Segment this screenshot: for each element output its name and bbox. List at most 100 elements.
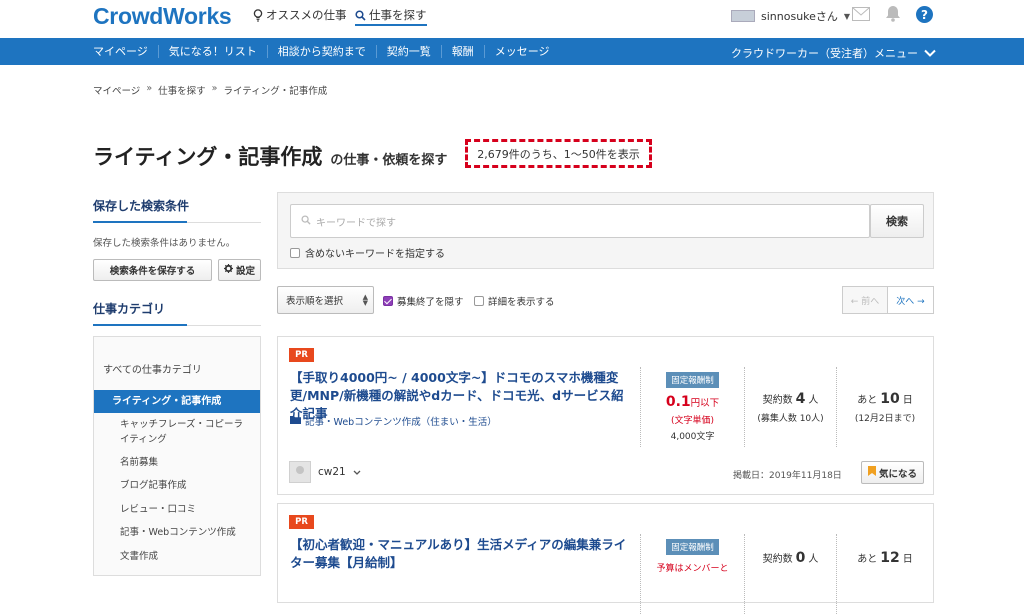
nav-consultation[interactable]: 相談から契約まで: [266, 45, 376, 58]
show-details-checkbox[interactable]: [474, 296, 484, 306]
subcategory-documents[interactable]: 文書作成: [120, 549, 250, 564]
breadcrumb-mypage[interactable]: マイページ: [93, 83, 140, 97]
lightbulb-icon: [253, 8, 263, 22]
char-count: 4,000文字: [670, 432, 715, 442]
remaining-unit: 日: [902, 554, 913, 565]
search-panel: キーワードで探す 検索 含めないキーワードを指定する: [277, 192, 934, 269]
next-page-button[interactable]: 次へ →: [888, 286, 934, 314]
recruit-count: (募集人数 10人): [757, 414, 824, 424]
recommended-jobs-label: オススメの仕事: [266, 8, 347, 22]
show-details-option[interactable]: 詳細を表示する: [474, 294, 555, 308]
recommended-jobs-link[interactable]: オススメの仕事: [253, 7, 347, 23]
saved-search-empty: 保存した検索条件はありません。: [93, 238, 236, 249]
folder-icon: [290, 415, 301, 427]
breadcrumb-current: ライティング・記事作成: [223, 86, 328, 97]
contracts-count: 契約数 0 人: [745, 550, 836, 566]
nav-messages[interactable]: メッセージ: [483, 45, 560, 58]
avatar: [731, 10, 755, 22]
remaining-days: あと 10 日: [837, 391, 933, 407]
job-card: PR 【手取り4000円~ / 4000文字~】ドコモのスマホ機種変更/MNP/…: [277, 336, 934, 495]
find-jobs-label: 仕事を探す: [369, 8, 427, 22]
job-deadline-column: あと 12 日: [836, 534, 933, 614]
help-icon[interactable]: ?: [916, 6, 933, 27]
subcategory-naming[interactable]: 名前募集: [120, 455, 250, 470]
show-details-label: 詳細を表示する: [488, 297, 555, 308]
sort-select[interactable]: 表示順を選択 ▲ ▼: [277, 286, 374, 314]
saved-search-title: 保存した検索条件: [93, 197, 261, 223]
select-arrows-icon: ▲ ▼: [362, 293, 368, 307]
keyword-search-input[interactable]: キーワードで探す: [290, 204, 870, 238]
find-jobs-link[interactable]: 仕事を探す: [355, 7, 427, 26]
mail-icon[interactable]: [852, 6, 870, 25]
contracts-label: 契約数: [762, 554, 793, 565]
saved-search-panel: 保存した検索条件 保存した検索条件はありません。 検索条件を保存する 設定: [93, 197, 261, 281]
subcategory-blog[interactable]: ブログ記事作成: [120, 478, 250, 493]
price-note: (文字単価): [670, 416, 715, 426]
nav-payment[interactable]: 報酬: [440, 45, 484, 58]
category-panel: 仕事カテゴリ: [93, 300, 261, 326]
nav-mypage[interactable]: マイページ: [83, 45, 158, 58]
category-title: 仕事カテゴリ: [93, 300, 261, 326]
nav-favorites[interactable]: 気になる！リスト: [157, 45, 267, 58]
prev-page-button[interactable]: ← 前へ: [842, 286, 888, 314]
job-title[interactable]: 【初心者歓迎・マニュアルあり】生活メディアの編集兼ライター募集【月給制】: [290, 536, 635, 572]
breadcrumb-find-jobs[interactable]: 仕事を探す: [158, 83, 206, 97]
top-header: CrowdWorks オススメの仕事 仕事を探す sinnosukeさん ▼ ?: [0, 0, 1024, 38]
page-title: ライティング・記事作成: [93, 145, 323, 169]
bookmark-icon: [867, 466, 876, 479]
pagination: ← 前へ 次へ →: [842, 286, 934, 314]
search-placeholder: キーワードで探す: [316, 217, 396, 229]
worker-menu[interactable]: クラウドワーカー（受注者）メニュー: [731, 45, 936, 61]
search-icon: [355, 9, 366, 21]
client-info[interactable]: cw21: [289, 461, 361, 483]
job-price: 0.1円以下: [641, 394, 744, 410]
page-subtitle: の仕事・依頼を探す: [330, 153, 448, 168]
exclude-keyword-checkbox[interactable]: [290, 247, 300, 258]
page-heading: ライティング・記事作成 の仕事・依頼を探す: [93, 141, 447, 171]
remaining-label: あと: [857, 554, 878, 565]
save-search-button[interactable]: 検索条件を保存する: [93, 259, 212, 281]
client-avatar: [289, 461, 311, 483]
subcategory-web-content[interactable]: 記事・Webコンテンツ作成: [120, 525, 250, 540]
pay-type-badge: 固定報酬制: [666, 539, 719, 555]
deadline-date: (12月2日まで): [854, 414, 916, 424]
hide-closed-option[interactable]: 募集終了を隠す: [383, 294, 464, 308]
breadcrumb-separator: »: [211, 83, 218, 94]
hide-closed-checkbox[interactable]: [383, 296, 393, 306]
subcategory-copywriting[interactable]: キャッチフレーズ・コピーライティング: [120, 417, 250, 447]
pay-type-badge: 固定報酬制: [666, 372, 719, 388]
search-button[interactable]: 検索: [870, 204, 924, 238]
main-nav: マイページ 気になる！リスト 相談から契約まで 契約一覧 報酬 メッセージ クラ…: [0, 38, 1024, 65]
remaining-days: あと 12 日: [837, 550, 933, 566]
contracts-value: 4: [795, 391, 806, 407]
gear-icon: [223, 264, 233, 276]
category-all[interactable]: すべての仕事カテゴリ: [103, 361, 202, 376]
exclude-keyword-toggle[interactable]: 含めないキーワードを指定する: [290, 245, 445, 260]
favorite-button[interactable]: 気になる: [861, 461, 924, 484]
crowdworks-logo[interactable]: CrowdWorks: [93, 3, 232, 30]
sort-select-label: 表示順を選択: [286, 296, 344, 307]
job-contracts-column: 契約数 0 人: [744, 534, 836, 614]
contracts-count: 契約数 4 人: [745, 391, 836, 407]
user-menu[interactable]: sinnosukeさん ▼: [731, 8, 850, 24]
settings-label: 設定: [235, 266, 255, 277]
job-category[interactable]: 記事・Webコンテンツ作成（住まい・生活）: [290, 414, 497, 428]
bell-icon[interactable]: [885, 5, 901, 26]
search-icon: [301, 214, 311, 228]
breadcrumb-separator: »: [146, 83, 153, 94]
remaining-value: 10: [880, 391, 900, 407]
job-category-label: 記事・Webコンテンツ作成（住まい・生活）: [305, 417, 497, 428]
contracts-label: 契約数: [762, 395, 793, 406]
price-note: 予算はメンバーと: [656, 564, 729, 574]
client-name: cw21: [318, 466, 346, 478]
contracts-unit: 人: [808, 395, 819, 406]
remaining-value: 12: [880, 550, 900, 566]
contracts-value: 0: [795, 550, 806, 566]
category-writing[interactable]: ライティング・記事作成: [94, 390, 260, 413]
nav-contracts[interactable]: 契約一覧: [375, 45, 441, 58]
chevron-down-icon: ▼: [843, 11, 851, 21]
chevron-down-icon: [924, 47, 936, 60]
settings-button[interactable]: 設定: [218, 259, 261, 281]
svg-text:?: ?: [921, 8, 928, 22]
subcategory-review[interactable]: レビュー・口コミ: [120, 502, 250, 517]
